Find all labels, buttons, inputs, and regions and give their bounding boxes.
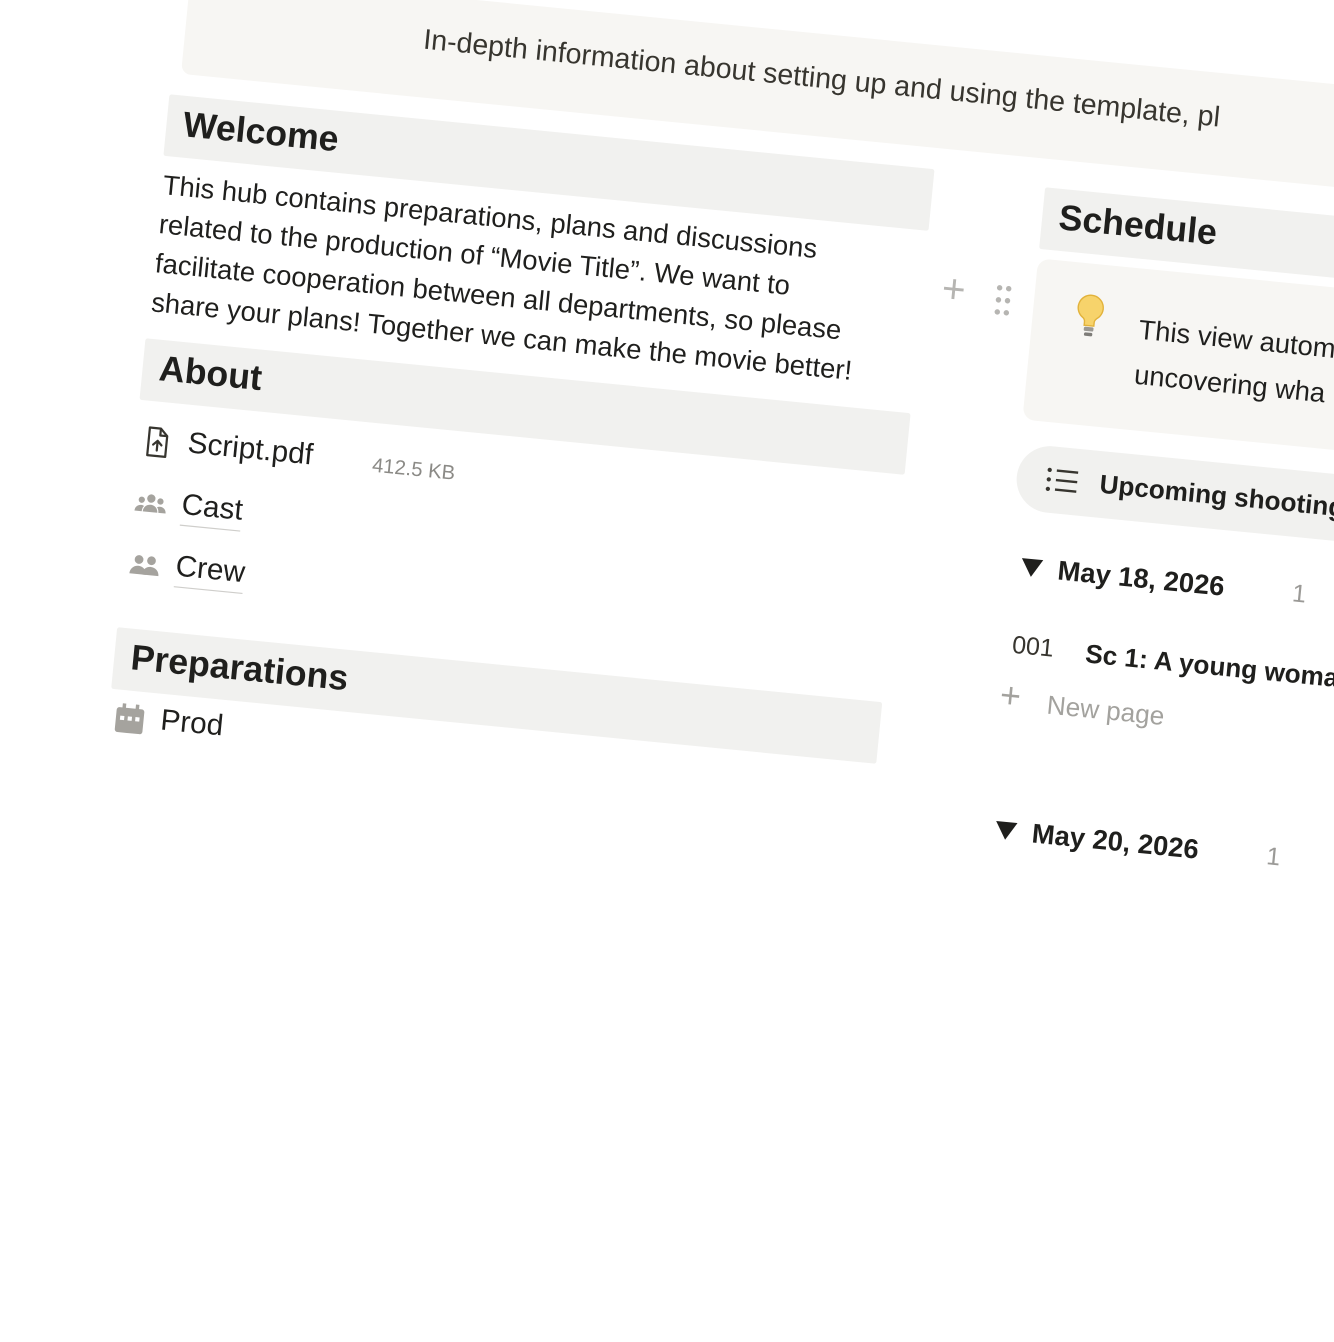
- plus-icon: +: [998, 675, 1023, 717]
- scene-title: Sc 1: A young woma: [1084, 638, 1334, 693]
- block-handle: +: [940, 266, 1038, 322]
- script-file-name: Script.pdf: [186, 426, 315, 472]
- scene-number: 001: [1010, 631, 1056, 663]
- cast-label: Cast: [179, 487, 245, 532]
- group-date: May 18, 2026: [1056, 554, 1226, 602]
- left-column: Welcome This hub contains preparations, …: [107, 94, 935, 811]
- group-header[interactable]: May 20, 2026 1: [979, 801, 1334, 942]
- group-count: 1: [1265, 842, 1282, 872]
- group-date: May 20, 2026: [1030, 817, 1201, 865]
- collapse-triangle-icon[interactable]: [1019, 556, 1045, 580]
- collapse-triangle-icon[interactable]: [993, 818, 1019, 842]
- script-file-size: 412.5 KB: [371, 453, 457, 485]
- about-heading: About: [157, 349, 264, 399]
- about-section: About Script.pdf 412.5 KB Cast Crew: [120, 338, 911, 671]
- people-group-icon: [134, 494, 166, 514]
- list-icon: [1045, 467, 1079, 493]
- schedule-group-1: May 18, 2026 1 001 Sc 1: A young woma + …: [992, 538, 1334, 809]
- top-callout-text: In-depth information about setting up an…: [421, 23, 1222, 134]
- file-upload-icon: [146, 426, 169, 459]
- new-page-label: New page: [1045, 689, 1166, 731]
- group-count: 1: [1290, 579, 1308, 609]
- page-canvas: In-depth information about setting up an…: [75, 0, 1334, 1342]
- preparations-heading: Preparations: [129, 638, 351, 699]
- schedule-callout-text: This view autom uncovering wha: [1132, 307, 1334, 416]
- people-pair-icon: [129, 555, 159, 577]
- schedule-group-2: May 20, 2026 1: [979, 801, 1334, 942]
- welcome-heading: Welcome: [181, 105, 341, 160]
- lightbulb-icon: [1077, 294, 1104, 337]
- drag-handle-icon[interactable]: [992, 283, 1014, 318]
- calendar-icon: [114, 703, 145, 735]
- view-tab-label: Upcoming shooting: [1098, 468, 1334, 523]
- preparations-item-label: Prod: [159, 703, 225, 743]
- add-block-icon[interactable]: +: [940, 266, 968, 313]
- crew-label: Crew: [173, 549, 247, 595]
- schedule-heading: Schedule: [1056, 198, 1219, 253]
